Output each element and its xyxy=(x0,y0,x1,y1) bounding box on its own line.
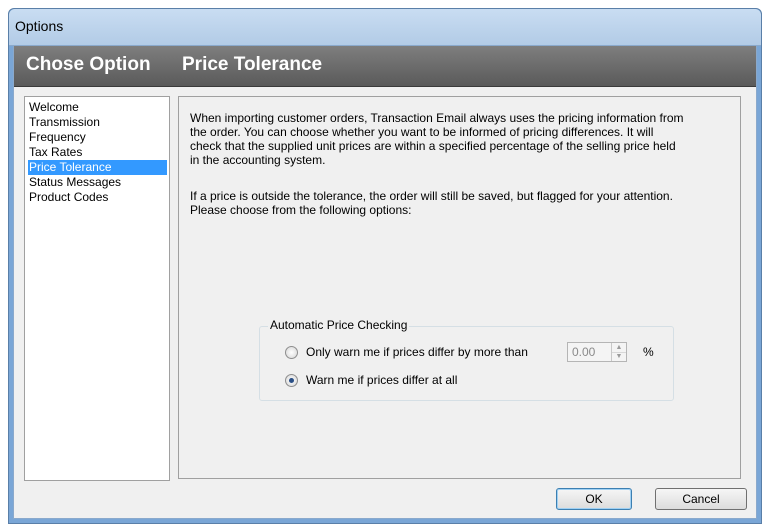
sidebar-item-price-tolerance[interactable]: Price Tolerance xyxy=(28,160,167,175)
tolerance-value: 0.00 xyxy=(572,345,596,359)
sidebar-item-welcome[interactable]: Welcome xyxy=(28,100,167,115)
instruction-line-1: If a price is outside the tolerance, the… xyxy=(190,189,673,203)
options-list[interactable]: Welcome Transmission Frequency Tax Rates… xyxy=(24,96,170,481)
option-tolerance-label[interactable]: Only warn me if prices differ by more th… xyxy=(306,345,528,359)
group-title: Automatic Price Checking xyxy=(268,318,410,332)
sidebar-item-transmission[interactable]: Transmission xyxy=(28,115,167,130)
automatic-price-checking-group: Automatic Price Checking Only warn me if… xyxy=(259,318,674,401)
stepper-down-icon[interactable]: ▼ xyxy=(612,352,626,361)
percent-unit-label: % xyxy=(643,345,654,359)
instruction-line-2: Please choose from the following options… xyxy=(190,203,412,217)
dialog-client-area: Chose Option Price Tolerance Welcome Tra… xyxy=(13,45,757,519)
description-line-2: the order. You can choose whether you wa… xyxy=(190,125,654,139)
page-header: Chose Option Price Tolerance xyxy=(14,46,756,87)
stepper-buttons: ▲ ▼ xyxy=(611,343,626,361)
header-choose-option: Chose Option xyxy=(26,54,151,75)
cancel-button[interactable]: Cancel xyxy=(655,488,747,510)
option-tolerance-radio[interactable] xyxy=(285,346,298,359)
option-warn-all-label[interactable]: Warn me if prices differ at all xyxy=(306,373,457,387)
page-title: Price Tolerance xyxy=(182,54,323,75)
sidebar-item-status-messages[interactable]: Status Messages xyxy=(28,175,167,190)
option-warn-all-radio[interactable] xyxy=(285,374,298,387)
options-dialog: Options Chose Option Price Tolerance Wel… xyxy=(8,8,762,524)
description-line-4: in the accounting system. xyxy=(190,153,326,167)
sidebar-item-tax-rates[interactable]: Tax Rates xyxy=(28,145,167,160)
ok-button[interactable]: OK xyxy=(556,488,632,510)
title-bar[interactable]: Options xyxy=(9,9,761,46)
sidebar-item-frequency[interactable]: Frequency xyxy=(28,130,167,145)
tolerance-percent-stepper[interactable]: 0.00 ▲ ▼ xyxy=(567,342,627,362)
description-line-3: check that the supplied unit prices are … xyxy=(190,139,676,153)
price-tolerance-panel: When importing customer orders, Transact… xyxy=(178,96,741,479)
description-line-1: When importing customer orders, Transact… xyxy=(190,111,684,125)
sidebar-item-product-codes[interactable]: Product Codes xyxy=(28,190,167,205)
window-title: Options xyxy=(15,18,64,34)
